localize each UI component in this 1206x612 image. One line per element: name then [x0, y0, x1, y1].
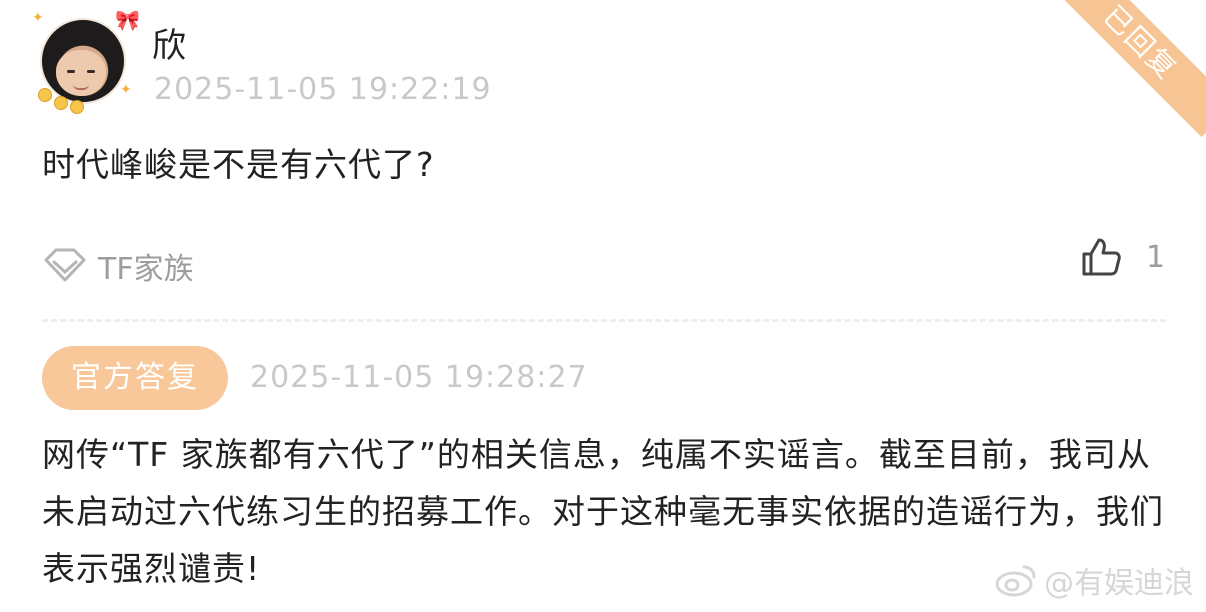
- tag-label: TF家族: [98, 252, 194, 287]
- like-count: 1: [1146, 239, 1166, 275]
- user-avatar[interactable]: 🎀 ✦ ✦: [32, 8, 144, 114]
- bow-icon: 🎀: [115, 8, 140, 32]
- divider: [42, 319, 1166, 322]
- like-button[interactable]: 1: [1080, 236, 1165, 278]
- family-tag[interactable]: TF家族: [42, 244, 194, 288]
- sparkle-icon: ✦: [32, 10, 44, 26]
- badge-decoration-icon: [54, 96, 68, 110]
- comment-timestamp: 2025-11-05 19:22:19: [154, 72, 492, 107]
- badge-decoration-icon: [38, 88, 52, 102]
- watermark: @有娱迪浪: [994, 558, 1194, 602]
- diamond-icon: [44, 248, 86, 282]
- reply-timestamp: 2025-11-05 19:28:27: [250, 360, 588, 395]
- sparkle-icon: ✦: [120, 82, 132, 98]
- username[interactable]: 欣: [152, 18, 186, 67]
- weibo-icon: [995, 565, 1036, 597]
- official-reply-badge: 官方答复: [42, 346, 228, 410]
- comment-text: 时代峰峻是不是有六代了?: [42, 145, 435, 184]
- badge-decoration-icon: [70, 100, 84, 114]
- avatar-image: [40, 18, 126, 104]
- watermark-text: @有娱迪浪: [1044, 566, 1194, 601]
- replied-corner-badge: 已回复: [1045, 0, 1206, 138]
- thumbs-up-icon: [1082, 238, 1121, 276]
